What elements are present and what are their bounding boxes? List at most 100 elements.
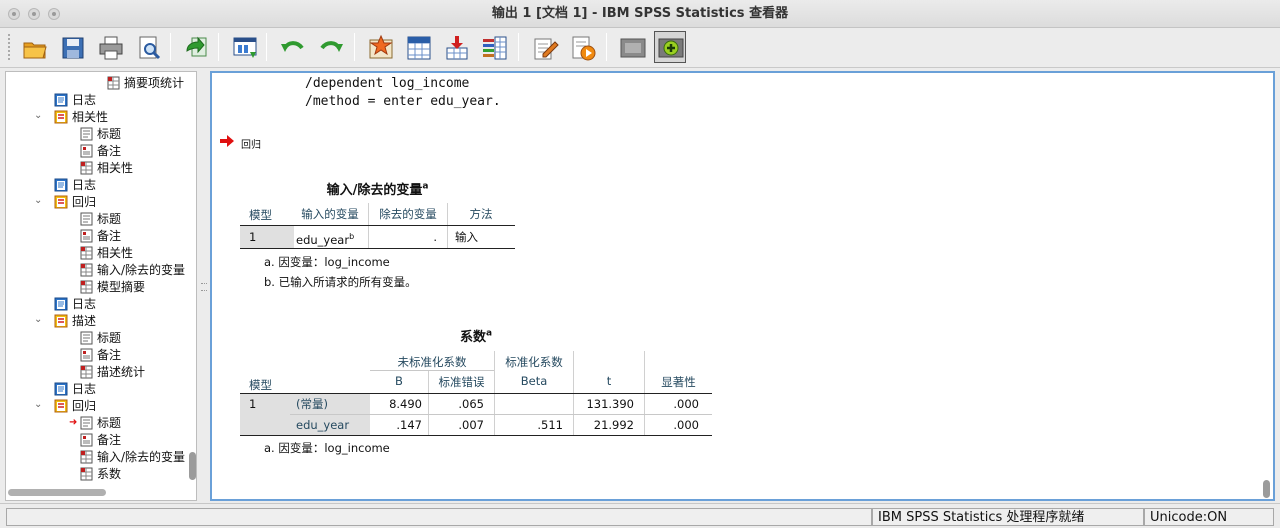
- table-icon: [106, 76, 120, 90]
- table-cell: .000: [673, 397, 699, 411]
- table-title[interactable]: 系数a: [240, 326, 712, 345]
- outline-item[interactable]: 系数: [79, 465, 121, 482]
- syntax-line: /dependent log_income: [305, 76, 470, 91]
- outline-item-label: 相关性: [72, 110, 109, 124]
- status-message: IBM SPSS Statistics 处理程序就绪: [872, 508, 1144, 526]
- table-footnote: b. 已输入所请求的所有变量。: [264, 275, 417, 289]
- expand-chevron-icon[interactable]: ⌄: [34, 110, 42, 121]
- table-icon: [79, 263, 93, 277]
- open-icon[interactable]: [18, 31, 50, 63]
- goto-variable-icon[interactable]: [440, 31, 472, 63]
- column-group-header: 未标准化系数: [397, 355, 467, 369]
- save-icon[interactable]: [56, 31, 88, 63]
- outline-item[interactable]: 备注: [79, 142, 121, 159]
- table-icon: [79, 246, 93, 260]
- title-bar: 输出 1 [文档 1] - IBM SPSS Statistics 查看器: [0, 0, 1280, 28]
- title-icon: [79, 212, 93, 226]
- table-icon: [79, 161, 93, 175]
- outline-item[interactable]: 输入/除去的变量: [79, 448, 185, 465]
- log-icon: [54, 93, 68, 107]
- goto-case-icon[interactable]: [402, 31, 434, 63]
- column-header: B: [395, 374, 403, 388]
- outline-item[interactable]: 相关性: [79, 159, 133, 176]
- table-icon: [79, 450, 93, 464]
- outline-item[interactable]: 回归: [54, 193, 96, 210]
- notes-icon: [79, 348, 93, 362]
- notes-icon: [79, 229, 93, 243]
- goto-data-icon[interactable]: [364, 31, 396, 63]
- table-cell: [495, 394, 563, 414]
- column-header: 模型: [249, 208, 272, 222]
- column-header: 标准错误: [438, 375, 485, 389]
- notes-icon: [79, 433, 93, 447]
- outline-item[interactable]: 日志: [54, 176, 96, 193]
- outline-item[interactable]: 标题: [79, 414, 121, 431]
- table-cell: 8.490: [389, 397, 422, 411]
- content-vertical-scrollbar[interactable]: [1263, 480, 1270, 498]
- print-icon[interactable]: [94, 31, 126, 63]
- column-header: t: [606, 374, 612, 388]
- table-title[interactable]: 输入/除去的变量a: [240, 179, 515, 198]
- outline-item[interactable]: 备注: [79, 227, 121, 244]
- outline-item[interactable]: 备注: [79, 431, 121, 448]
- expand-chevron-icon[interactable]: ⌄: [34, 195, 42, 206]
- outline-item[interactable]: 回归: [54, 397, 96, 414]
- outline-item[interactable]: 标题: [79, 210, 121, 227]
- outline-item[interactable]: 日志: [54, 295, 96, 312]
- procedure-icon: [54, 195, 68, 209]
- table-cell: 21.992: [593, 418, 634, 432]
- expand-chevron-icon[interactable]: ⌄: [34, 399, 42, 410]
- outline-item[interactable]: 模型摘要: [79, 278, 145, 295]
- variables-icon[interactable]: [478, 31, 510, 63]
- output-content-pane[interactable]: /dependent log_income /method = enter ed…: [210, 71, 1275, 501]
- table-cell: .065: [458, 397, 484, 411]
- recall-dialog-icon[interactable]: [228, 31, 260, 63]
- outline-item[interactable]: 日志: [54, 380, 96, 397]
- status-bar: IBM SPSS Statistics 处理程序就绪 Unicode:ON: [0, 503, 1280, 528]
- designate-window-icon[interactable]: [528, 31, 560, 63]
- table-icon: [79, 467, 93, 481]
- outline-item[interactable]: 摘要项统计: [106, 74, 184, 91]
- outline-item-label: 备注: [97, 144, 122, 158]
- column-header: 输入的变量: [301, 207, 359, 221]
- pane-splitter[interactable]: [199, 71, 209, 501]
- unicode-status: Unicode:ON: [1144, 508, 1274, 526]
- outline-item[interactable]: 日志: [54, 91, 96, 108]
- expand-chevron-icon[interactable]: ⌄: [34, 314, 42, 325]
- outline-item-label: 相关性: [97, 161, 134, 175]
- print-preview-icon[interactable]: [132, 31, 164, 63]
- outline-item[interactable]: 输入/除去的变量: [79, 261, 185, 278]
- outline-vertical-scrollbar[interactable]: [189, 452, 196, 480]
- toolbar-grip[interactable]: [8, 34, 12, 60]
- outline-item[interactable]: 标题: [79, 329, 121, 346]
- outline-item-label: 摘要项统计: [124, 76, 185, 90]
- column-header: 显著性: [661, 375, 696, 389]
- outline-item[interactable]: 描述统计: [79, 363, 145, 380]
- outline-item[interactable]: 标题: [79, 125, 121, 142]
- outline-item-label: 标题: [97, 127, 122, 141]
- insert-icon[interactable]: [654, 31, 686, 63]
- table-cell: 1: [249, 230, 257, 244]
- table-icon: [79, 365, 93, 379]
- outline-item-label: 备注: [97, 433, 122, 447]
- title-icon: [79, 416, 93, 430]
- table-cell: .: [433, 230, 437, 244]
- outline-item-label: 模型摘要: [97, 280, 146, 294]
- column-header: 模型: [249, 378, 272, 392]
- outline-item[interactable]: 描述: [54, 312, 96, 329]
- outline-item[interactable]: 备注: [79, 346, 121, 363]
- outline-item[interactable]: 相关性: [54, 108, 108, 125]
- outline-item-label: 描述统计: [97, 365, 146, 379]
- outline-pane[interactable]: 摘要项统计 日志 ⌄ 相关性 标题 备注 相关性 日志 ⌄ 回归 标题 备注 相关性 输入/除去的变量 模型…: [5, 71, 197, 501]
- outline-horizontal-scrollbar[interactable]: [8, 489, 106, 496]
- notes-icon: [79, 144, 93, 158]
- outline-item[interactable]: 相关性: [79, 244, 133, 261]
- export-icon[interactable]: [180, 31, 212, 63]
- column-group-header: 标准化系数: [505, 355, 563, 369]
- redo-icon[interactable]: [314, 31, 346, 63]
- undo-icon[interactable]: [276, 31, 308, 63]
- hide-icon[interactable]: [616, 31, 648, 63]
- show-all-icon[interactable]: [566, 31, 598, 63]
- output-heading[interactable]: 回归: [241, 136, 261, 151]
- syntax-line: /method = enter edu_year.: [305, 94, 501, 109]
